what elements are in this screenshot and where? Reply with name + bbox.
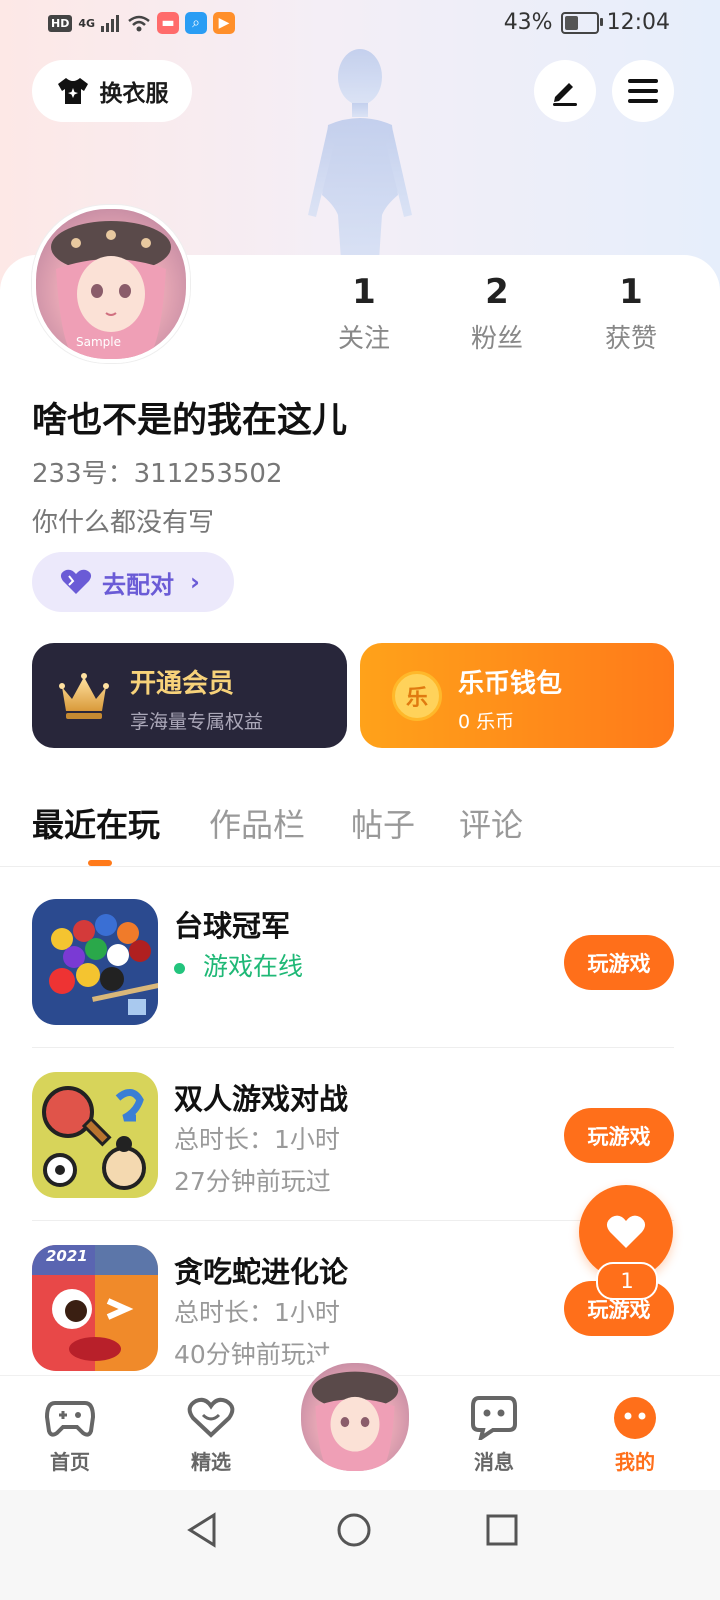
stat-label: 关注 xyxy=(337,324,390,354)
tab-comments[interactable]: 评论 xyxy=(459,800,523,846)
nav-label: 精选 xyxy=(191,1450,231,1474)
game-last-played: 40分钟前玩过 xyxy=(174,1340,331,1369)
stat-value: 1 xyxy=(352,272,376,312)
tshirt-icon xyxy=(57,78,88,104)
billiards-game-icon xyxy=(32,899,158,1025)
wifi-icon xyxy=(128,15,150,32)
vip-card[interactable]: 开通会员 享海量专属权益 xyxy=(32,643,347,748)
battery-percent: 43% xyxy=(503,10,553,35)
status-bar: HD 4G ▬ ⌕ ▶ 43% 12:04 xyxy=(0,0,720,50)
stat-following[interactable]: 1 关注 xyxy=(304,272,424,355)
tab-posts[interactable]: 帖子 xyxy=(351,800,415,846)
user-id: 233号：311253502 xyxy=(32,459,283,489)
pen-icon xyxy=(553,83,577,106)
nickname: 啥也不是的我在这儿 xyxy=(32,401,348,441)
signal-icon xyxy=(101,15,120,32)
smiley-icon xyxy=(614,1397,656,1439)
online-dot-icon xyxy=(174,962,185,974)
nav-label: 我的 xyxy=(615,1450,655,1474)
network-type: 4G xyxy=(78,16,96,30)
coin-icon: 乐 xyxy=(392,671,442,721)
heart-icon xyxy=(187,1397,235,1438)
game-playtime: 总时长：1小时 xyxy=(174,1298,340,1327)
nav-center-avatar[interactable] xyxy=(298,1360,412,1474)
wallet-title: 乐币钱包 xyxy=(458,669,563,699)
change-outfit-label: 换衣服 xyxy=(99,81,169,107)
game-row[interactable]: 双人游戏对战 总时长：1小时 27分钟前玩过 玩游戏 xyxy=(32,1048,674,1221)
wallet-card[interactable]: 乐 乐币钱包 0 乐币 xyxy=(360,643,674,748)
coin-char: 乐 xyxy=(405,686,428,711)
stat-fans[interactable]: 2 粉丝 xyxy=(437,272,557,355)
nav-mine[interactable]: 我的 xyxy=(590,1394,680,1475)
online-label: 游戏在线 xyxy=(203,952,304,981)
stat-label: 粉丝 xyxy=(470,324,523,354)
nav-label: 首页 xyxy=(50,1450,90,1474)
vip-title: 开通会员 xyxy=(130,669,235,699)
stat-likes[interactable]: 1 获赞 xyxy=(571,272,691,355)
nav-messages[interactable]: 消息 xyxy=(449,1394,539,1475)
wallet-balance: 0 乐币 xyxy=(458,711,515,733)
year-badge: 2021 xyxy=(46,1247,88,1265)
avatar-watermark: Sample xyxy=(76,335,121,349)
snake-game-icon: 2021 xyxy=(32,1245,158,1371)
play-game-button[interactable]: 玩游戏 xyxy=(564,935,674,990)
tab-works[interactable]: 作品栏 xyxy=(209,800,305,846)
nav-home[interactable]: 首页 xyxy=(25,1394,115,1475)
content-tabs: 最近在玩 作品栏 帖子 评论 xyxy=(0,800,720,867)
stat-label: 获赞 xyxy=(604,324,657,354)
back-icon[interactable] xyxy=(186,1512,218,1548)
home-icon[interactable] xyxy=(336,1512,372,1548)
system-navigation-bar xyxy=(0,1490,720,1600)
edit-profile-button[interactable] xyxy=(534,60,596,122)
vip-subtitle: 享海量专属权益 xyxy=(130,711,264,733)
game-online-status: 游戏在线 xyxy=(174,947,303,983)
game-playtime: 总时长：1小时 xyxy=(174,1125,340,1154)
recents-icon[interactable] xyxy=(486,1514,518,1546)
game-last-played: 27分钟前玩过 xyxy=(174,1167,331,1196)
clock: 12:04 xyxy=(606,10,670,35)
gamepad-icon xyxy=(45,1401,95,1437)
chat-icon xyxy=(471,1396,517,1440)
heart-icon xyxy=(60,569,92,594)
video-app-icon: ▶ xyxy=(213,12,236,34)
match-button[interactable]: 去配对 › xyxy=(32,552,234,612)
tab-recently-played[interactable]: 最近在玩 xyxy=(32,800,160,846)
nav-featured[interactable]: 精选 xyxy=(166,1394,256,1475)
crown-icon xyxy=(59,673,109,719)
hd-indicator: HD xyxy=(48,14,73,32)
stat-value: 2 xyxy=(485,272,509,312)
menu-button[interactable] xyxy=(612,60,674,122)
game-name: 台球冠军 xyxy=(174,909,291,943)
avatar-hologram-figure xyxy=(308,49,412,275)
like-count-badge: 1 xyxy=(596,1262,658,1300)
two-player-game-icon xyxy=(32,1072,158,1198)
play-game-button[interactable]: 玩游戏 xyxy=(564,1108,674,1163)
avatar[interactable]: Sample xyxy=(32,205,190,363)
heart-icon xyxy=(606,1215,646,1248)
stat-value: 1 xyxy=(619,272,643,312)
game-name: 贪吃蛇进化论 xyxy=(174,1255,349,1289)
change-outfit-button[interactable]: 换衣服 xyxy=(32,60,192,122)
bio: 你什么都没有写 xyxy=(32,508,215,538)
search-app-icon: ⌕ xyxy=(185,12,208,34)
chevron-right-icon: › xyxy=(190,568,200,596)
tab-indicator xyxy=(88,860,112,866)
battery-icon xyxy=(560,11,603,34)
nav-label: 消息 xyxy=(474,1450,514,1474)
match-label: 去配对 xyxy=(102,570,174,599)
shopping-app-icon: ▬ xyxy=(157,12,180,34)
hamburger-menu-icon xyxy=(628,79,658,103)
game-name: 双人游戏对战 xyxy=(174,1082,349,1116)
game-row[interactable]: 台球冠军 游戏在线 玩游戏 xyxy=(32,875,674,1048)
